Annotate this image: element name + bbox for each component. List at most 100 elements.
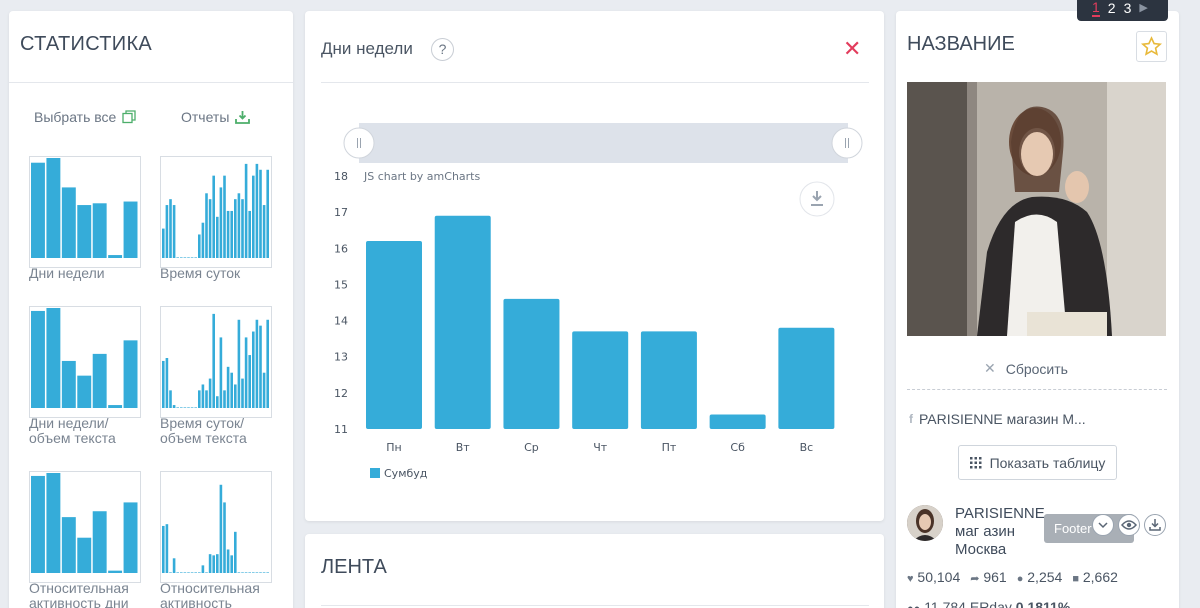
thumb-time-text-volume[interactable]: [160, 306, 272, 418]
select-all-button[interactable]: Выбрать все: [34, 109, 137, 125]
chart-bar[interactable]: [640, 331, 697, 429]
favorite-button[interactable]: [1136, 31, 1167, 62]
thumb-bar: [31, 310, 45, 408]
y-tick-label: 13: [334, 351, 348, 364]
divider: [321, 605, 869, 606]
chart-bar[interactable]: [572, 331, 629, 429]
post-image[interactable]: [907, 82, 1166, 336]
show-table-button[interactable]: Показать таблицу: [958, 445, 1117, 480]
thumb-bar: [226, 549, 230, 573]
thumb-label: Дни недели/ объем текста: [29, 415, 116, 446]
x-tick-label: Пт: [662, 441, 677, 454]
thumb-bar: [46, 158, 61, 258]
eye-icon: [1121, 520, 1137, 530]
chart-bar[interactable]: [434, 215, 491, 429]
view-button[interactable]: [1118, 514, 1140, 536]
source-link[interactable]: f PARISIENNE магазин М...: [909, 411, 1086, 427]
thumb-weekdays-text-volume[interactable]: [29, 306, 141, 418]
thumb-bar: [244, 337, 248, 408]
avatar[interactable]: [907, 505, 943, 541]
thumb-bar: [123, 502, 138, 573]
thumb-bar: [201, 565, 205, 573]
chart-bar[interactable]: [709, 414, 766, 429]
thumb-bar: [234, 199, 237, 258]
chart-bar[interactable]: [366, 241, 422, 429]
thumb-relative-activity[interactable]: [160, 471, 272, 583]
reset-button[interactable]: ✕ Сбросить: [984, 360, 1068, 377]
account-name[interactable]: PARISIENNE маг азин Москва: [955, 505, 1050, 559]
thumb-bar: [237, 319, 241, 408]
thumb-bar: [46, 473, 61, 573]
hide-button[interactable]: [1092, 514, 1114, 536]
thumb-bar: [190, 407, 194, 408]
avatar-image: [907, 505, 943, 541]
thumb-bar: [230, 210, 233, 258]
thumb-label: Относительная активность дни: [29, 580, 129, 608]
thumb-bar: [165, 205, 169, 258]
select-all-label: Выбрать все: [34, 109, 117, 125]
thumb-bar: [223, 175, 226, 258]
likes-stat: ♥ 50,104: [907, 569, 960, 585]
thumb-bar: [201, 222, 205, 258]
panel-title: СТАТИСТИКА: [20, 33, 153, 55]
next-page-icon[interactable]: ▶: [1139, 1, 1147, 14]
y-tick-label: 17: [334, 206, 348, 219]
thumb-bar: [172, 205, 176, 258]
thumb-bar: [180, 572, 183, 573]
erday-label: ERday: [969, 599, 1012, 608]
download-icon: [1149, 519, 1161, 531]
y-tick-label: 18: [334, 170, 348, 183]
export-button[interactable]: [799, 181, 835, 217]
thumb-relative-activity-days[interactable]: [29, 471, 141, 583]
close-icon[interactable]: ✕: [843, 38, 861, 60]
thumb-bar: [123, 201, 138, 258]
pagination: 1 2 3 ▶: [1077, 0, 1168, 21]
thumb-bar: [266, 572, 269, 573]
thumb-bar: [255, 319, 259, 408]
thumb-bar: [216, 396, 219, 408]
thumb-bar: [194, 257, 197, 258]
page-1[interactable]: 1: [1092, 0, 1100, 17]
legend-label[interactable]: Сумбуд: [384, 467, 428, 480]
page-2[interactable]: 2: [1108, 0, 1116, 16]
scrollbar-left-handle[interactable]: [343, 127, 375, 159]
chart-title: Дни недели: [321, 39, 413, 58]
download-button[interactable]: [1144, 514, 1166, 536]
followers-value: 11,784: [924, 599, 966, 608]
reports-button[interactable]: Отчеты: [181, 109, 251, 125]
thumb-bar: [219, 337, 223, 408]
thumb-bar: [176, 257, 179, 258]
thumb-bar: [226, 366, 230, 408]
photo-illustration: [907, 82, 1166, 336]
page-3[interactable]: 3: [1124, 0, 1132, 16]
scrollbar-right-handle[interactable]: [831, 127, 863, 159]
chart-credit[interactable]: JS chart by amCharts: [363, 170, 480, 183]
help-button[interactable]: ?: [431, 38, 454, 61]
chart-bar[interactable]: [778, 327, 835, 429]
thumb-bar: [216, 216, 219, 258]
thumb-bar: [187, 572, 190, 573]
heart-icon: ♥: [907, 573, 914, 585]
chart-scrollbar[interactable]: [359, 123, 848, 163]
thumb-bar: [266, 169, 269, 258]
thumb-bar: [169, 572, 172, 573]
thumb-bar: [194, 407, 197, 408]
thumb-bar: [31, 475, 45, 573]
thumb-bar: [205, 572, 208, 573]
thumb-bar: [219, 484, 223, 573]
thumb-bar: [61, 360, 76, 408]
thumb-bar: [266, 319, 269, 408]
thumb-bar: [165, 358, 169, 408]
thumb-weekdays[interactable]: [29, 156, 141, 268]
post-stats-secondary: ●● 11,784 ERday 0.1811%: [907, 599, 1070, 608]
thumb-bar: [223, 390, 226, 408]
thumb-bar: [187, 257, 190, 258]
chart-bar[interactable]: [503, 298, 560, 429]
thumb-bar: [205, 390, 208, 408]
x-tick-label: Пн: [386, 441, 401, 454]
thumb-bar: [255, 163, 259, 258]
divider: [321, 82, 869, 83]
thumb-label: Время суток/ объем текста: [160, 415, 247, 446]
x-tick-label: Вт: [456, 441, 471, 454]
thumb-time-of-day[interactable]: [160, 156, 272, 268]
